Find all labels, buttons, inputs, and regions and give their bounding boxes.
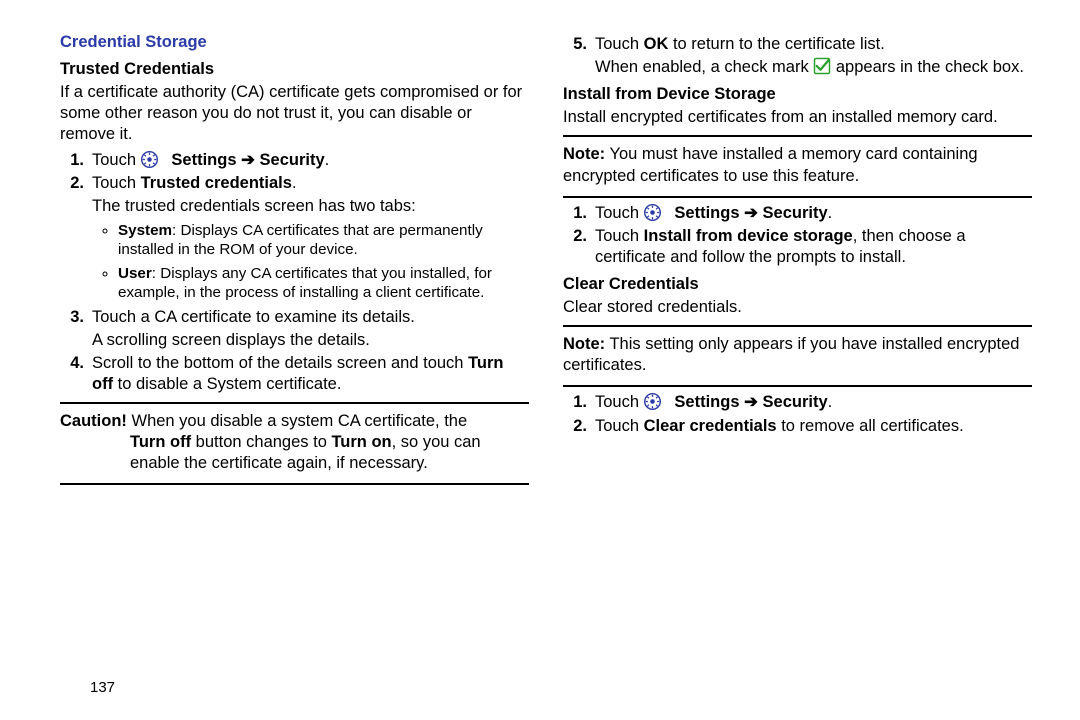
security-label: Security [763,393,828,411]
step-4: 4. Scroll to the bottom of the details s… [88,353,529,395]
page-number: 137 [90,679,115,696]
clear-intro-paragraph: Clear stored credentials. [563,297,1032,318]
settings-label: Settings [171,151,236,169]
note-text: This setting only appears if you have in… [563,335,1019,374]
step-text: Touch [92,174,141,192]
step-2: 2. Touch Trusted credentials. The truste… [88,173,529,303]
turn-off-label: Turn off [130,433,191,451]
checkmark-icon [813,57,831,75]
trusted-credentials-label: Trusted credentials [141,174,292,192]
check-line-a: When enabled, a check mark [595,58,813,76]
step-number: 1. [60,150,84,171]
settings-icon [141,151,158,168]
caution-body: Turn off button changes to Turn on, so y… [60,432,529,474]
step-number: 1. [563,392,587,413]
step-3: 3. Touch a CA certificate to examine its… [88,307,529,351]
settings-icon [644,393,661,410]
step-text-end: to remove all certificates. [777,417,964,435]
arrow-icon: ➔ [241,151,259,169]
divider [563,135,1032,137]
note-setting-appears: Note: This setting only appears if you h… [563,332,1032,378]
step-text-end: to disable a System certificate. [113,375,341,393]
turn-on-label: Turn on [331,433,391,451]
subhead-install-from-device-storage: Install from Device Storage [563,84,1032,105]
trusted-steps-continued: 5. Touch OK to return to the certificate… [563,34,1032,78]
bullet-user: User: Displays any CA certificates that … [118,264,529,303]
security-label: Security [260,151,325,169]
page: Credential Storage Trusted Credentials I… [0,0,1080,720]
two-tabs-line: The trusted credentials screen has two t… [92,196,529,217]
step-1: 1. Touch Settings ➔ Security. [88,150,529,171]
tabs-bullets: System: Displays CA certificates that ar… [102,221,529,303]
user-label: User [118,265,152,282]
ok-label: OK [644,35,669,53]
divider [563,385,1032,387]
step-text: Touch [595,35,644,53]
security-label: Security [763,204,828,222]
subhead-clear-credentials: Clear Credentials [563,274,1032,295]
section-title-credential-storage: Credential Storage [60,32,529,53]
install-intro-paragraph: Install encrypted certificates from an i… [563,107,1032,128]
install-steps-list: 1. Touch Settings ➔ Security. 2. Touch I… [563,203,1032,268]
step-text: Touch [92,151,141,169]
step-text-end: to return to the certificate list. [668,35,884,53]
note-label: Note: [563,145,605,163]
step-number: 2. [563,226,587,247]
clear-credentials-label: Clear credentials [644,417,777,435]
step-text: Touch [595,417,644,435]
step-text: Touch a CA certificate to examine its de… [92,308,415,326]
arrow-icon: ➔ [744,204,762,222]
subhead-trusted-credentials: Trusted Credentials [60,59,529,80]
system-label: System [118,222,172,239]
note-memory-card: Note: You must have installed a memory c… [563,142,1032,188]
install-from-device-storage-label: Install from device storage [644,227,853,245]
step-2: 2. Touch Clear credentials to remove all… [591,416,1032,437]
two-column-layout: Credential Storage Trusted Credentials I… [60,32,1032,490]
settings-icon [644,204,661,221]
step-5-line2: When enabled, a check mark appears in th… [595,57,1032,78]
caution-block: Caution! When you disable a system CA ce… [60,409,529,476]
step-2: 2. Touch Install from device storage, th… [591,226,1032,268]
trusted-intro-paragraph: If a certificate authority (CA) certific… [60,82,529,145]
bullet-system: System: Displays CA certificates that ar… [118,221,529,260]
note-label: Note: [563,335,605,353]
caution-mid: button changes to [191,433,331,451]
step-3-line2: A scrolling screen displays the details. [92,330,529,351]
step-1: 1. Touch Settings ➔ Security. [591,203,1032,224]
step-number: 4. [60,353,84,374]
clear-steps-list: 1. Touch Settings ➔ Security. 2. Touch C… [563,392,1032,436]
step-number: 3. [60,307,84,328]
step-number: 2. [563,416,587,437]
step-1: 1. Touch Settings ➔ Security. [591,392,1032,413]
left-column: Credential Storage Trusted Credentials I… [60,32,529,490]
system-text: : Displays CA certificates that are perm… [118,222,483,258]
caution-text-a: When you disable a system CA certificate… [127,412,467,430]
divider [60,483,529,485]
settings-label: Settings [674,393,739,411]
caution-label: Caution! [60,412,127,430]
arrow-icon: ➔ [744,393,762,411]
divider [563,196,1032,198]
note-text: You must have installed a memory card co… [563,145,978,184]
step-text: Scroll to the bottom of the details scre… [92,354,468,372]
step-5: 5. Touch OK to return to the certificate… [591,34,1032,78]
right-column: 5. Touch OK to return to the certificate… [563,32,1032,490]
step-number: 2. [60,173,84,194]
step-text: Touch [595,227,644,245]
divider [563,325,1032,327]
divider [60,402,529,404]
trusted-steps-list: 1. Touch Settings ➔ Security. 2. Touch T… [60,150,529,396]
settings-label: Settings [674,204,739,222]
step-text: Touch [595,393,644,411]
user-text: : Displays any CA certificates that you … [118,265,492,301]
step-number: 1. [563,203,587,224]
step-text: Touch [595,204,644,222]
step-number: 5. [563,34,587,55]
check-line-b: appears in the check box. [836,58,1024,76]
